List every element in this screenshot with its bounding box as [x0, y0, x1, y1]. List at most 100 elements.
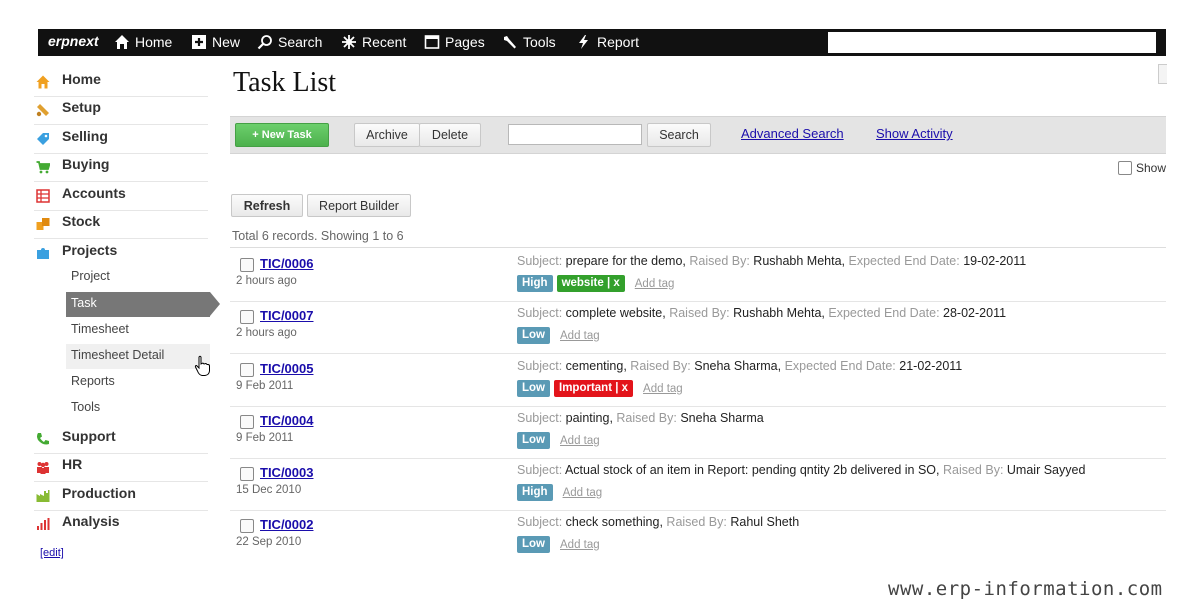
sidebar-subitem-timesheet[interactable]: Timesheet [66, 318, 210, 343]
row-checkbox[interactable] [240, 519, 254, 533]
task-subject-line: Subject: complete website, Raised By: Ru… [517, 306, 1006, 320]
people-icon [37, 462, 49, 474]
sidebar-edit-link[interactable]: [edit] [40, 547, 64, 559]
end-date-key: Expected End Date: [828, 306, 940, 320]
sidebar-item-support[interactable]: Support [34, 425, 208, 454]
page-settings-button[interactable] [1158, 64, 1167, 84]
sidebar-item-selling[interactable]: Selling [34, 125, 208, 154]
task-time: 2 hours ago [236, 275, 297, 287]
sidebar-item-stock[interactable]: Stock [34, 210, 208, 239]
sidebar-subitem-reports[interactable]: Reports [66, 370, 210, 395]
task-tags: Low Add tag [517, 327, 600, 344]
add-tag-link[interactable]: Add tag [635, 278, 675, 290]
priority-tag[interactable]: High [517, 484, 553, 501]
nav-recent-label: Recent [362, 34, 407, 50]
raised-by-key: Raised By: [689, 254, 750, 268]
add-tag-link[interactable]: Add tag [560, 435, 600, 447]
task-raised-by: Sneha Sharma, [694, 359, 782, 373]
list-search-input[interactable] [508, 124, 642, 145]
row-checkbox[interactable] [240, 415, 254, 429]
show-checkbox[interactable] [1118, 161, 1132, 175]
task-id-link[interactable]: TIC/0006 [260, 256, 313, 271]
nav-search[interactable]: Search [257, 34, 322, 50]
task-raised-by: Umair Sayyed [1006, 463, 1086, 477]
nav-recent[interactable]: Recent [341, 34, 406, 50]
nav-report[interactable]: Report [576, 34, 639, 50]
boxes-icon [36, 218, 50, 230]
task-time: 9 Feb 2011 [236, 432, 294, 444]
nav-home[interactable]: Home [114, 34, 172, 50]
nav-pages[interactable]: Pages [424, 34, 485, 50]
report-builder-button[interactable]: Report Builder [307, 194, 411, 217]
delete-button[interactable]: Delete [419, 123, 481, 147]
row-checkbox[interactable] [240, 467, 254, 481]
bar-chart-icon [37, 518, 50, 530]
task-id-link[interactable]: TIC/0004 [260, 413, 313, 428]
brand-logo[interactable]: erpnext [48, 33, 99, 49]
task-raised-by: Rushabh Mehta, [733, 306, 825, 320]
row-checkbox[interactable] [240, 363, 254, 377]
raised-by-key: Raised By: [616, 411, 677, 425]
add-tag-link[interactable]: Add tag [560, 330, 600, 342]
row-checkbox[interactable] [240, 258, 254, 272]
priority-tag[interactable]: Low [517, 327, 550, 344]
sidebar-item-label: Buying [62, 156, 110, 172]
sidebar-item-label: Stock [62, 213, 101, 229]
subject-key: Subject: [517, 254, 563, 268]
add-tag-link[interactable]: Add tag [643, 383, 683, 395]
task-subject-line: Subject: check something, Raised By: Rah… [517, 515, 799, 529]
puzzle-icon [37, 248, 49, 259]
show-activity-link[interactable]: Show Activity [876, 126, 953, 141]
custom-tag[interactable]: Important | x [554, 380, 634, 397]
sidebar-item-home[interactable]: Home [34, 68, 208, 97]
sidebar-item-label: Support [62, 428, 116, 444]
sidebar-item-label: Setup [62, 99, 101, 115]
sidebar-subitem-label: Timesheet Detail [71, 348, 165, 362]
nav-new-label: New [212, 34, 241, 50]
home-icon [115, 35, 129, 49]
sidebar-item-buying[interactable]: Buying [34, 153, 208, 182]
table-row: TIC/0003 15 Dec 2010 Subject: Actual sto… [230, 458, 1166, 511]
priority-tag[interactable]: Low [517, 536, 550, 553]
add-tag-link[interactable]: Add tag [563, 487, 603, 499]
sidebar-item-production[interactable]: Production [34, 482, 208, 511]
add-tag-link[interactable]: Add tag [560, 539, 600, 551]
task-id-link[interactable]: TIC/0007 [260, 308, 313, 323]
end-date-key: Expected End Date: [784, 359, 896, 373]
list-divider [230, 247, 1166, 248]
priority-tag[interactable]: Low [517, 380, 550, 397]
sidebar-item-accounts[interactable]: Accounts [34, 182, 208, 211]
task-id-link[interactable]: TIC/0002 [260, 517, 313, 532]
sidebar-item-label: Selling [62, 128, 108, 144]
priority-tag[interactable]: Low [517, 432, 550, 449]
refresh-button[interactable]: Refresh [231, 194, 303, 217]
task-time: 2 hours ago [236, 327, 297, 339]
subject-key: Subject: [517, 411, 563, 425]
archive-button[interactable]: Archive [354, 123, 420, 147]
advanced-search-link[interactable]: Advanced Search [741, 126, 844, 141]
nav-new[interactable]: New [191, 34, 240, 50]
task-time: 9 Feb 2011 [236, 380, 294, 392]
sidebar-item-analysis[interactable]: Analysis [34, 510, 208, 538]
sidebar-item-setup[interactable]: Setup [34, 96, 208, 125]
task-id-link[interactable]: TIC/0003 [260, 465, 313, 480]
subject-key: Subject: [517, 359, 563, 373]
global-search-input[interactable] [828, 32, 1156, 53]
sidebar-subitem-label: Reports [71, 374, 115, 388]
sidebar-subitem-tools[interactable]: Tools [66, 396, 210, 421]
task-subject: Actual stock of an item in Report: pendi… [564, 463, 940, 477]
nav-pages-label: Pages [445, 34, 485, 50]
priority-tag[interactable]: High [517, 275, 553, 292]
row-checkbox[interactable] [240, 310, 254, 324]
search-button[interactable]: Search [647, 123, 711, 147]
sidebar-item-projects[interactable]: Projects [34, 239, 208, 267]
sidebar-item-hr[interactable]: HR [34, 453, 208, 482]
sidebar-subitem-timesheet-detail[interactable]: Timesheet Detail [66, 344, 210, 369]
sidebar-subitem-task[interactable]: Task [66, 292, 220, 317]
task-subject: prepare for the demo, [565, 254, 686, 268]
nav-tools[interactable]: Tools [502, 34, 556, 50]
new-task-button[interactable]: + New Task [235, 123, 329, 147]
custom-tag[interactable]: website | x [556, 275, 625, 292]
sidebar-subitem-project[interactable]: Project [66, 265, 210, 290]
task-id-link[interactable]: TIC/0005 [260, 361, 313, 376]
